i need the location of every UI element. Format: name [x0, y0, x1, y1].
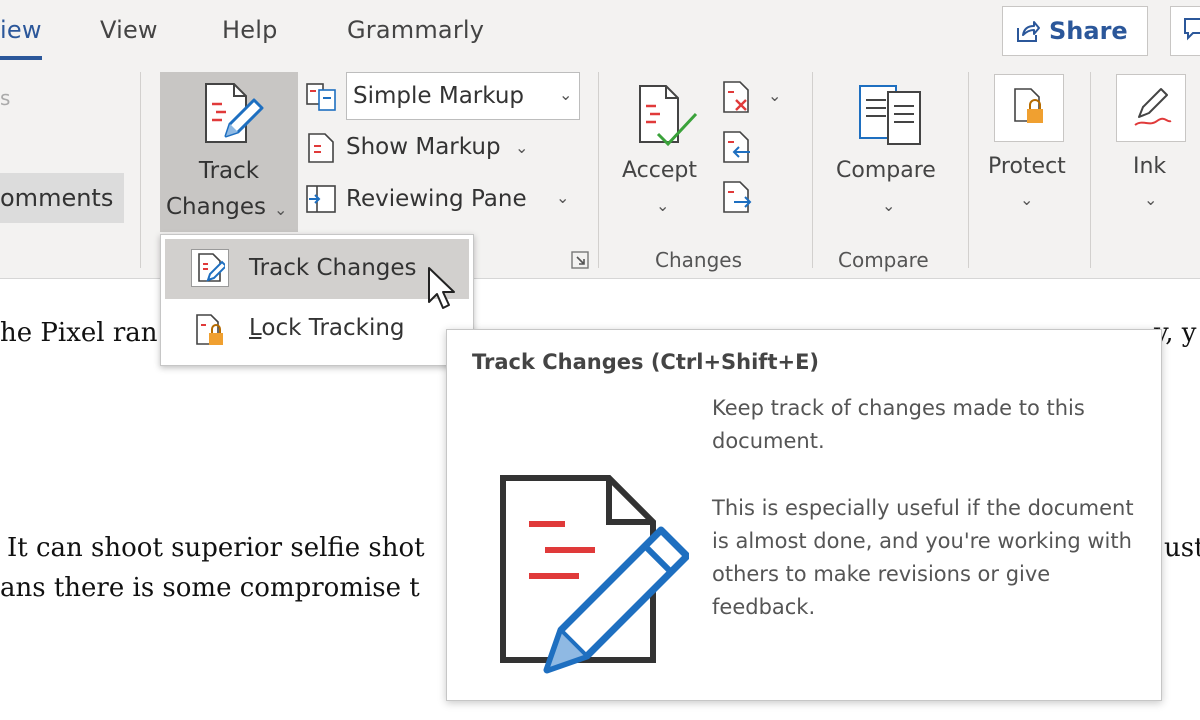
protect-icon [1014, 88, 1043, 123]
reviewing-pane-icon [306, 185, 336, 213]
tooltip-description-detail: This is especially useful if the documen… [712, 496, 1134, 619]
share-label: Share [1049, 17, 1128, 45]
tab-help[interactable]: Help [222, 16, 278, 44]
document-text-line: he Pixel ran [0, 318, 158, 348]
comment-icon [1184, 18, 1200, 41]
show-markup-icon [308, 133, 334, 163]
track-changes-icon [198, 253, 225, 282]
compare-icon [859, 85, 921, 145]
tab-view[interactable]: View [100, 16, 158, 44]
chevron-down-icon: ⌄ [656, 196, 670, 215]
changes-group-label: Changes [655, 248, 742, 272]
compare-button[interactable]: Compare [836, 158, 936, 183]
lock-tracking-icon [196, 314, 223, 345]
document-text-line: It can shoot superior selfie shot [7, 533, 425, 563]
group-separator [1090, 72, 1091, 268]
share-icon [1017, 21, 1040, 42]
reject-icon[interactable] [722, 80, 754, 116]
chevron-down-icon: ⌄ [1020, 190, 1034, 209]
show-markup-button[interactable]: Show Markup [346, 134, 501, 160]
track-changes-label-line1: Track [198, 158, 260, 184]
display-for-review-icon [306, 83, 336, 111]
chevron-down-icon: ⌄ [559, 85, 573, 104]
tab-review[interactable]: iew [0, 16, 42, 44]
track-changes-large-icon [500, 475, 689, 674]
mouse-cursor-icon [428, 267, 455, 309]
active-tab-indicator [0, 56, 42, 60]
menu-item-track-changes[interactable]: Track Changes [165, 239, 469, 299]
dialog-launcher-icon[interactable] [571, 251, 589, 269]
menu-item-label: Track Changes [249, 255, 417, 281]
chevron-down-icon: ⌄ [556, 188, 570, 207]
chevron-down-icon: ⌄ [882, 196, 896, 215]
group-separator [968, 72, 969, 268]
document-text-line: ans there is some compromise t [0, 573, 420, 603]
previous-change-icon[interactable] [722, 130, 754, 166]
track-changes-button[interactable]: Track Changes ⌄ [160, 72, 298, 232]
chevron-down-icon: ⌄ [1144, 190, 1158, 209]
comments-label: omments [0, 184, 114, 212]
group-separator [598, 72, 599, 268]
menu-item-label: Lock Tracking [249, 315, 405, 341]
menu-item-lock-tracking[interactable]: Lock Tracking [165, 301, 469, 361]
chevron-down-icon: ⌄ [515, 138, 529, 157]
accept-button[interactable]: Accept [622, 158, 697, 183]
group-separator [812, 72, 813, 268]
faded-label: s [0, 86, 11, 110]
protect-button[interactable]: Protect [988, 154, 1066, 179]
document-text-right: ust [1164, 533, 1200, 563]
chevron-down-icon: ⌄ [274, 200, 288, 219]
ink-button[interactable]: Ink [1133, 154, 1166, 179]
track-changes-icon [205, 83, 264, 143]
accept-icon [639, 85, 698, 147]
comments-pane-button[interactable] [1170, 6, 1200, 56]
share-button[interactable]: Share [1002, 6, 1148, 56]
pen-icon [1134, 88, 1172, 126]
track-changes-icon-frame [191, 249, 229, 287]
ink-icon-box [1116, 74, 1186, 142]
next-change-icon[interactable] [722, 180, 754, 216]
markup-dropdown[interactable]: Simple Markup ⌄ [346, 72, 580, 120]
group-separator [140, 72, 141, 268]
tooltip-description: Keep track of changes made to this docum… [712, 396, 1085, 453]
chevron-down-icon: ⌄ [768, 86, 782, 105]
tooltip-title: Track Changes (Ctrl+Shift+E) [472, 350, 820, 374]
markup-dropdown-value: Simple Markup [353, 83, 525, 109]
reviewing-pane-button[interactable]: Reviewing Pane [346, 186, 527, 212]
protect-icon-box [994, 74, 1064, 142]
track-changes-label-line2: Changes [166, 194, 267, 220]
compare-group-label: Compare [838, 248, 929, 272]
tab-grammarly[interactable]: Grammarly [347, 16, 484, 44]
track-changes-tooltip: Track Changes (Ctrl+Shift+E) Keep track … [446, 329, 1162, 701]
